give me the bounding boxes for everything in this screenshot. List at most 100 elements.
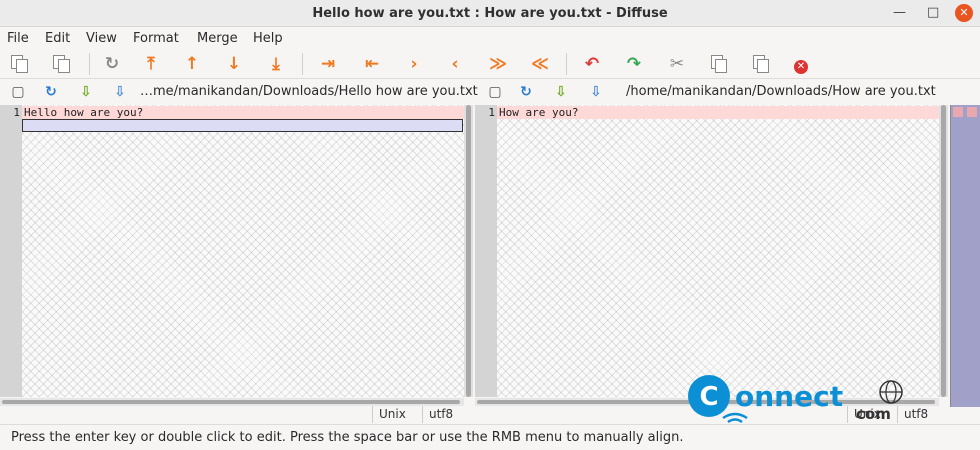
folder-icon: ▢	[488, 84, 502, 100]
split-right-button[interactable]: ≫	[486, 52, 510, 76]
last-change-button[interactable]: ⤓	[264, 52, 288, 76]
arrow-up-icon: ↑	[184, 54, 200, 74]
left-horizontal-scrollbar[interactable]	[0, 398, 464, 406]
right-line-1[interactable]: How are you?	[497, 106, 939, 119]
last-change-icon: ⤓	[272, 54, 280, 74]
arrow-to-left-icon: ⇤	[364, 54, 380, 74]
status-bar: Press the enter key or double click to e…	[0, 424, 980, 450]
paste-icon	[757, 59, 769, 73]
menu-help[interactable]: Help	[253, 31, 283, 46]
scissors-icon: ✂	[669, 54, 685, 74]
menu-format[interactable]: Format	[133, 31, 179, 46]
save-as-right-button[interactable]: ⇩	[587, 83, 605, 101]
left-vertical-scrollbar[interactable]	[464, 105, 473, 397]
save-icon: ⇩	[555, 84, 567, 100]
merge-left-button[interactable]: ‹	[443, 52, 467, 76]
overview-change-marker	[953, 107, 963, 117]
toolbar-separator	[566, 53, 567, 75]
right-pane-status: Unix utf8	[475, 406, 950, 423]
copy-icon	[715, 59, 727, 73]
right-editor[interactable]: How are you?	[497, 105, 939, 397]
menu-merge[interactable]: Merge	[197, 31, 238, 46]
right-encoding-indicator: utf8	[897, 406, 928, 423]
left-encoding-indicator: utf8	[422, 406, 453, 423]
save-as-left-button[interactable]: ⇩	[111, 83, 129, 101]
reload-icon: ↻	[45, 84, 57, 100]
first-change-icon: ⤒	[147, 54, 155, 74]
split-left-icon: ≪	[531, 54, 549, 74]
right-vertical-scrollbar[interactable]	[939, 105, 948, 397]
left-line-1[interactable]: Hello how are you?	[22, 106, 464, 119]
left-pane-status: Unix utf8	[0, 406, 475, 423]
split-left-button[interactable]: ≪	[528, 52, 552, 76]
right-line-gutter: 1	[475, 105, 497, 397]
undo-icon: ↶	[584, 54, 600, 74]
save-icon: ⇩	[80, 84, 92, 100]
realign-button[interactable]: ↻	[100, 52, 124, 76]
save-left-button[interactable]: ⇩	[77, 83, 95, 101]
copy-button[interactable]	[707, 52, 731, 76]
document-icon	[16, 59, 28, 73]
split-right-icon: ≫	[489, 54, 507, 74]
right-vertical-scroll-thumb[interactable]	[941, 105, 946, 397]
status-message: Press the enter key or double click to e…	[11, 430, 684, 445]
left-pane: 1 Hello how are you?	[0, 105, 475, 407]
first-change-button[interactable]: ⤒	[139, 52, 163, 76]
left-vertical-scroll-thumb[interactable]	[466, 105, 471, 397]
menu-file[interactable]: File	[7, 31, 29, 46]
right-eol-indicator: Unix	[847, 406, 881, 423]
menu-edit[interactable]: Edit	[45, 31, 70, 46]
folder-icon: ▢	[11, 84, 25, 100]
new-2way-merge-button[interactable]	[8, 52, 32, 76]
cut-button[interactable]: ✂	[665, 52, 689, 76]
document-icon	[58, 59, 70, 73]
right-horizontal-scrollbar[interactable]	[475, 398, 939, 406]
toolbar-separator	[302, 53, 303, 75]
reload-right-button[interactable]: ↻	[517, 83, 535, 101]
merge-right-button[interactable]: ›	[402, 52, 426, 76]
line-number: 1	[13, 106, 20, 119]
minimize-button[interactable]: —	[893, 5, 906, 20]
save-right-button[interactable]: ⇩	[552, 83, 570, 101]
line-number: 1	[488, 106, 495, 119]
window-title: Hello how are you.txt : How are you.txt …	[312, 6, 668, 21]
left-editor[interactable]: Hello how are you?	[22, 105, 464, 397]
close-window-button[interactable]: ✕	[955, 4, 973, 22]
merge-from-left-button[interactable]: ⇥	[316, 52, 340, 76]
merge-from-right-button[interactable]: ⇤	[360, 52, 384, 76]
left-cursor-line[interactable]	[22, 119, 463, 132]
right-pane: 1 How are you?	[475, 105, 950, 407]
menu-bar: File Edit View Format Merge Help	[0, 27, 980, 49]
open-file-right-button[interactable]: ▢	[486, 83, 504, 101]
open-file-left-button[interactable]: ▢	[9, 83, 27, 101]
clear-edits-button[interactable]: ✕	[789, 52, 813, 76]
left-line-gutter: 1	[0, 105, 22, 397]
maximize-button[interactable]: □	[927, 5, 939, 20]
arrow-down-icon: ↓	[226, 54, 242, 74]
next-change-button[interactable]: ↓	[222, 52, 246, 76]
previous-change-button[interactable]: ↑	[180, 52, 204, 76]
paste-button[interactable]	[749, 52, 773, 76]
save-as-icon: ⇩	[114, 84, 126, 100]
left-eol-indicator: Unix	[372, 406, 406, 423]
redo-icon: ↷	[626, 54, 642, 74]
reload-left-button[interactable]: ↻	[42, 83, 60, 101]
stop-icon: ✕	[794, 60, 808, 74]
undo-button[interactable]: ↶	[580, 52, 604, 76]
left-file-path: …me/manikandan/Downloads/Hello how are y…	[140, 84, 478, 99]
new-3way-merge-button[interactable]	[50, 52, 74, 76]
left-horizontal-scroll-thumb[interactable]	[2, 400, 460, 404]
window-titlebar: Hello how are you.txt : How are you.txt …	[0, 0, 980, 27]
right-horizontal-scroll-thumb[interactable]	[477, 400, 935, 404]
chevron-right-icon: ›	[410, 54, 418, 74]
chevron-left-icon: ‹	[451, 54, 459, 74]
redo-button[interactable]: ↷	[622, 52, 646, 76]
toolbar: ↻ ⤒ ↑ ↓ ⤓ ⇥ ⇤ › ‹ ≫ ≪ ↶ ↷ ✂ ✕	[0, 49, 980, 79]
menu-view[interactable]: View	[86, 31, 117, 46]
arrow-to-right-icon: ⇥	[320, 54, 336, 74]
diff-overview-map[interactable]	[950, 105, 980, 407]
realign-icon: ↻	[104, 54, 120, 74]
toolbar-separator	[89, 53, 90, 75]
overview-change-marker	[967, 107, 977, 117]
path-bar: ▢ ↻ ⇩ ⇩ …me/manikandan/Downloads/Hello h…	[0, 80, 980, 104]
